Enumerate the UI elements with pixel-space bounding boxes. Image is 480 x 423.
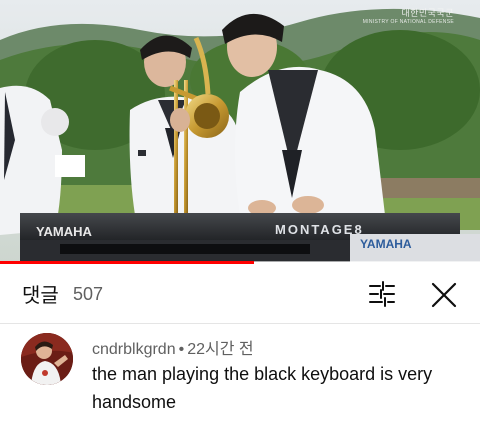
- comments-count: 507: [73, 284, 104, 304]
- app-screen: YAMAHA MONTAGE8 YAMAHA 대한민국국군 MINISTRY O…: [0, 0, 480, 423]
- comment-item: cndrblkgrdn • 22시간 전 the man playing the b…: [0, 325, 480, 423]
- keyboard-brand-left: YAMAHA: [36, 224, 92, 239]
- sort-sliders-icon: [369, 281, 395, 307]
- watermark-subtext: MINISTRY OF NATIONAL DEFENSE: [362, 19, 454, 25]
- comment-timestamp: 22시간 전: [187, 341, 254, 358]
- meta-separator: •: [178, 341, 185, 358]
- comments-title: 댓글: [22, 285, 59, 307]
- video-player[interactable]: YAMAHA MONTAGE8 YAMAHA 대한민국국군 MINISTRY O…: [0, 0, 480, 262]
- keyboard-brand-right: YAMAHA: [360, 237, 412, 251]
- sort-comments-button[interactable]: [368, 281, 396, 307]
- comment-text: the man playing the black keyboard is ve…: [92, 364, 433, 412]
- comment-meta: cndrblkgrdn • 22시간 전: [92, 335, 254, 359]
- close-comments-button[interactable]: [430, 281, 458, 309]
- broadcaster-watermark: 대한민국국군 MINISTRY OF NATIONAL DEFENSE: [363, 6, 454, 25]
- comments-header: 댓글 507: [0, 264, 480, 324]
- avatar[interactable]: [21, 333, 73, 385]
- watermark-text: 대한민국국군: [401, 8, 454, 18]
- close-icon: [431, 282, 457, 308]
- comment-author[interactable]: cndrblkgrdn: [92, 341, 176, 358]
- video-frame: YAMAHA MONTAGE8 YAMAHA: [0, 0, 480, 262]
- avatar-image: [21, 333, 73, 385]
- keyboard-model: MONTAGE8: [275, 222, 364, 237]
